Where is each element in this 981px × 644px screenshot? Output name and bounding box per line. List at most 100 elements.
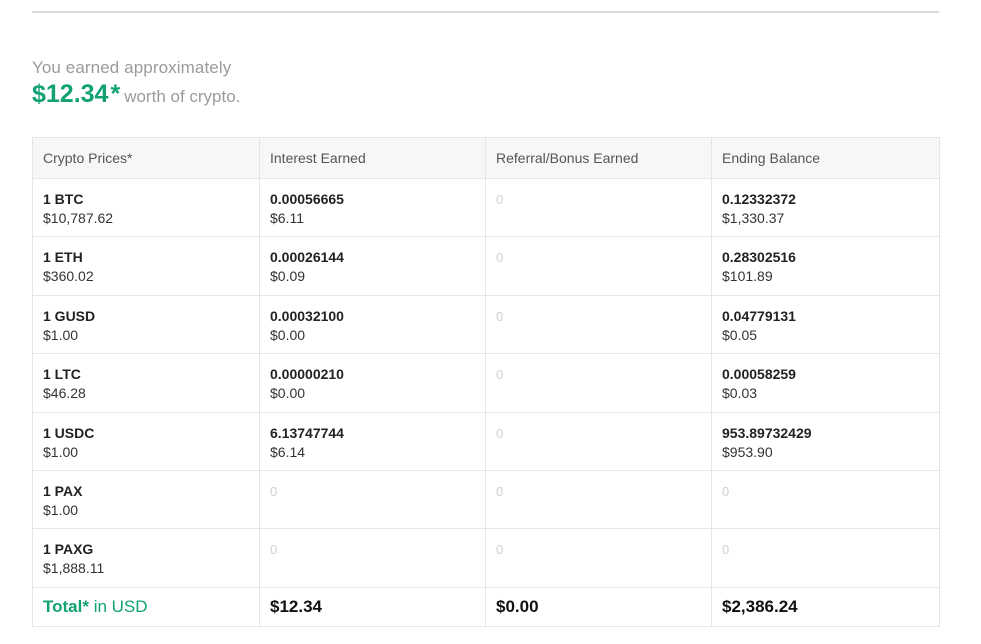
referral-cell: 0 xyxy=(485,294,712,355)
balance-value: 0 xyxy=(722,483,730,499)
header-crypto-prices: Crypto Prices* xyxy=(32,137,260,179)
coin-name: 1 BTC xyxy=(43,191,84,207)
referral-cell: 0 xyxy=(485,469,712,530)
referral-value: 0 xyxy=(496,367,504,383)
crypto-price-cell: 1 USDC $1.00 xyxy=(32,411,260,471)
balance-usd: $101.89 xyxy=(722,268,773,285)
referral-value: 0 xyxy=(496,483,504,499)
summary-worth-text: worth of crypto. xyxy=(124,87,241,106)
interest-cell: 0.00056665 $6.11 xyxy=(259,177,486,238)
balance-cell: 0 xyxy=(711,528,940,588)
header-ending-balance: Ending Balance xyxy=(711,137,940,179)
table-header-row: Crypto Prices* Interest Earned Referral/… xyxy=(32,137,940,179)
interest-amount: 0.00056665 xyxy=(270,191,344,207)
balance-cell: 0.12332372 $1,330.37 xyxy=(711,177,940,238)
interest-usd: $6.11 xyxy=(270,210,304,226)
coin-price: $1,888.11 xyxy=(43,560,105,577)
balance-cell: 0.28302516 $101.89 xyxy=(711,236,940,296)
total-balance: $2,386.24 xyxy=(722,596,798,616)
coin-name: 1 PAX xyxy=(43,482,83,499)
table-row: 1 PAX $1.00 0 0 0 xyxy=(32,469,940,530)
total-label-rest: in USD xyxy=(88,596,148,616)
total-label-cell: Total* in USD xyxy=(32,586,260,627)
referral-value: 0 xyxy=(496,542,504,558)
table-row: 1 USDC $1.00 6.13747744 $6.14 0 953.8973… xyxy=(32,411,940,471)
balance-amount: 0.00058259 xyxy=(722,366,796,383)
balance-amount: 0.12332372 xyxy=(722,191,796,207)
interest-cell: 0.00026144 $0.09 xyxy=(259,236,486,296)
coin-name: 1 USDC xyxy=(43,424,95,441)
referral-value: 0 xyxy=(496,192,504,207)
coin-price: $1.00 xyxy=(43,501,79,518)
balance-amount: 953.89732429 xyxy=(722,424,812,441)
summary-asterisk: * xyxy=(110,80,121,108)
header-interest-earned: Interest Earned xyxy=(259,137,486,179)
crypto-price-cell: 1 GUSD $1.00 xyxy=(32,294,260,355)
crypto-price-cell: 1 LTC $46.28 xyxy=(32,353,260,413)
interest-usd: $0.09 xyxy=(270,268,306,285)
balance-cell: 0.00058259 $0.03 xyxy=(711,353,940,413)
interest-cell: 0 xyxy=(259,469,486,530)
referral-cell: 0 xyxy=(485,353,712,413)
table-row: 1 ETH $360.02 0.00026144 $0.09 0 0.28302… xyxy=(32,236,940,296)
total-interest-cell: $12.34 xyxy=(259,586,486,627)
summary-amount-line: $12.34* worth of crypto. xyxy=(32,79,240,113)
interest-amount: 0.00000210 xyxy=(270,366,344,383)
total-label-bold: Total* xyxy=(43,596,89,616)
coin-price: $1.00 xyxy=(43,443,79,460)
crypto-price-cell: 1 BTC $10,787.62 xyxy=(32,177,260,238)
referral-value: 0 xyxy=(496,425,504,441)
interest-usd: $0.00 xyxy=(270,326,306,343)
balance-usd: $1,330.37 xyxy=(722,210,785,226)
total-referral-cell: $0.00 xyxy=(485,586,712,627)
table-row: 1 LTC $46.28 0.00000210 $0.00 0 0.000582… xyxy=(32,353,940,413)
total-label: Total* in USD xyxy=(43,597,148,616)
total-row: Total* in USD $12.34 $0.00 $2,386.24 xyxy=(32,586,940,627)
interest-cell: 6.13747744 $6.14 xyxy=(259,411,486,471)
interest-cell: 0.00032100 $0.00 xyxy=(259,294,486,355)
summary-amount: $12.34 xyxy=(32,80,109,108)
coin-name: 1 ETH xyxy=(43,249,83,266)
balance-cell: 0 xyxy=(711,469,940,530)
earnings-table: Crypto Prices* Interest Earned Referral/… xyxy=(32,137,940,627)
interest-usd: $6.14 xyxy=(270,443,306,460)
earnings-summary: You earned approximately $12.34* worth of… xyxy=(32,58,240,113)
referral-cell: 0 xyxy=(485,411,712,471)
coin-price: $1.00 xyxy=(43,326,79,343)
interest-amount: 6.13747744 xyxy=(270,424,344,441)
balance-amount: 0.04779131 xyxy=(722,307,796,324)
total-referral: $0.00 xyxy=(496,596,539,616)
crypto-price-cell: 1 PAXG $1,888.11 xyxy=(32,528,260,588)
balance-cell: 953.89732429 $953.90 xyxy=(711,411,940,471)
balance-value: 0 xyxy=(722,542,730,558)
coin-price: $10,787.62 xyxy=(43,210,114,226)
interest-amount: 0.00032100 xyxy=(270,307,344,324)
coin-name: 1 LTC xyxy=(43,366,81,383)
referral-cell: 0 xyxy=(485,528,712,588)
balance-cell: 0.04779131 $0.05 xyxy=(711,294,940,355)
referral-value: 0 xyxy=(496,250,504,266)
total-balance-cell: $2,386.24 xyxy=(711,586,940,627)
interest-cell: 0 xyxy=(259,528,486,588)
interest-amount: 0.00026144 xyxy=(270,249,344,266)
interest-value: 0 xyxy=(270,483,278,499)
table-row: 1 BTC $10,787.62 0.00056665 $6.11 0 0.12… xyxy=(32,177,940,238)
top-divider xyxy=(32,11,939,13)
coin-name: 1 GUSD xyxy=(43,307,96,324)
total-interest: $12.34 xyxy=(270,596,322,616)
interest-value: 0 xyxy=(270,542,278,558)
table-row: 1 GUSD $1.00 0.00032100 $0.00 0 0.047791… xyxy=(32,294,940,355)
header-referral-bonus: Referral/Bonus Earned xyxy=(485,137,712,179)
balance-amount: 0.28302516 xyxy=(722,249,796,266)
coin-name: 1 PAXG xyxy=(43,541,94,558)
balance-usd: $0.03 xyxy=(722,385,758,402)
balance-usd: $953.90 xyxy=(722,443,773,460)
crypto-price-cell: 1 PAX $1.00 xyxy=(32,469,260,530)
interest-usd: $0.00 xyxy=(270,385,306,402)
table-row: 1 PAXG $1,888.11 0 0 0 xyxy=(32,528,940,588)
interest-cell: 0.00000210 $0.00 xyxy=(259,353,486,413)
referral-cell: 0 xyxy=(485,177,712,238)
balance-usd: $0.05 xyxy=(722,326,758,343)
coin-price: $360.02 xyxy=(43,268,94,285)
coin-price: $46.28 xyxy=(43,385,86,402)
